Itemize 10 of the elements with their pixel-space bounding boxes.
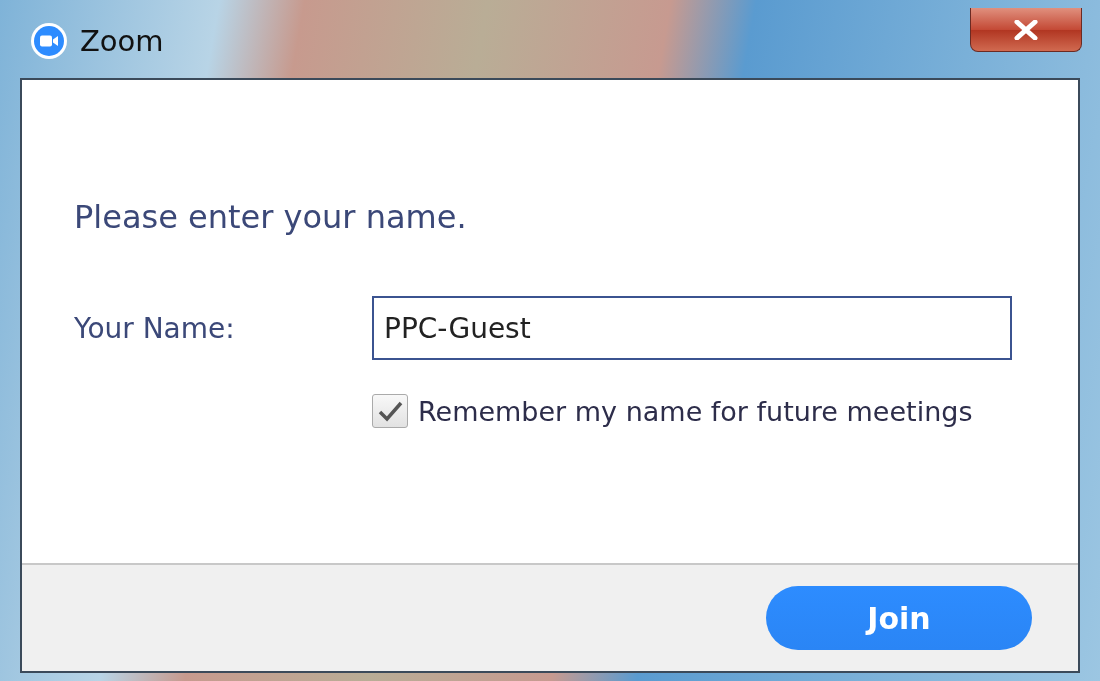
field-label: Your Name: (74, 311, 236, 345)
join-button[interactable]: Join (766, 586, 1032, 650)
close-icon (1013, 19, 1039, 40)
close-button[interactable] (970, 8, 1082, 52)
checkbox-label[interactable]: Remember my name for future meetings (418, 395, 973, 427)
window-title: Zoom (80, 24, 164, 58)
prompt-text: Please enter your name. (74, 198, 468, 236)
checkbox[interactable] (372, 394, 408, 428)
name-input-field[interactable]: PPC-Guest (372, 296, 1012, 360)
video-camera-icon (30, 22, 68, 60)
